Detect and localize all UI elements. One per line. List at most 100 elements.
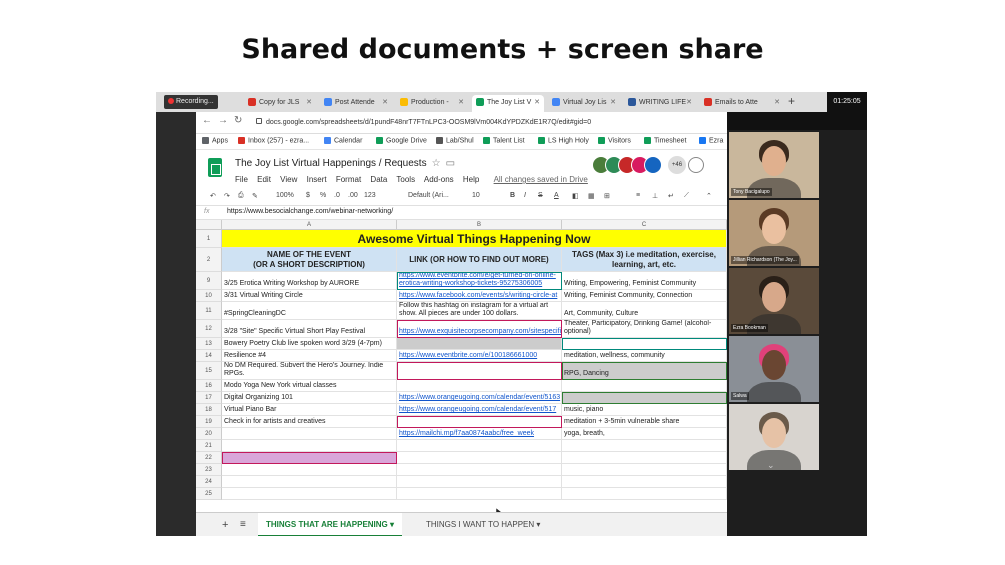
cell-tags[interactable] [562,338,727,350]
cell-link[interactable] [397,476,562,488]
back-icon[interactable]: ← [202,115,212,126]
row-number[interactable]: 19 [196,416,222,428]
cell-event-name[interactable]: Resilience #4 [222,350,397,362]
zoom-select[interactable]: 100% [276,192,294,199]
bookmark-ls-high-holy[interactable]: LS High Holy [538,137,589,144]
menu-tools[interactable]: Tools [396,175,415,184]
cell-link[interactable]: https://www.orangeugoing.com/calendar/ev… [397,404,562,416]
row-number[interactable]: 17 [196,392,222,404]
sheet-tab[interactable]: THINGS I WANT TO HAPPEN ▾ [426,513,540,536]
url-field[interactable]: docs.google.com/spreadsheets/d/1pundF48n… [256,116,716,130]
sheet-tab-active[interactable]: THINGS THAT ARE HAPPENING ▾ [258,513,403,536]
column-header-b[interactable]: B [397,220,562,230]
cell-link[interactable]: https://www.eventbrite.com/e/get-turned-… [397,272,562,290]
row-number[interactable]: 11 [196,302,222,320]
font-size-select[interactable]: 10 [472,192,480,199]
cell-link[interactable]: https://www.exquisitecorpsecompany.com/s… [397,320,562,338]
header-cell-link[interactable]: LINK (OR HOW TO FIND OUT MORE) [397,248,562,272]
text-color-button[interactable]: A [554,192,559,199]
bookmark-ezra[interactable]: Ezra [699,137,723,144]
column-header-a[interactable]: A [222,220,397,230]
cell-link[interactable]: https://www.eventbrite.com/e/10018666100… [397,350,562,362]
cell-event-name[interactable]: Modo Yoga New York virtual classes [222,380,397,392]
avatar[interactable] [644,156,662,174]
row-number[interactable]: 23 [196,464,222,476]
cell-event-name[interactable]: 3/28 "Site" Specific Virtual Short Play … [222,320,397,338]
cell-tags[interactable] [562,488,727,500]
close-icon[interactable]: ✕ [686,98,692,106]
cell-event-name[interactable]: Bowery Poetry Club live spoken word 3/29… [222,338,397,350]
cell-tags[interactable] [562,392,727,404]
row-number[interactable]: 1 [196,230,222,248]
row-number[interactable]: 10 [196,290,222,302]
row-number[interactable]: 25 [196,488,222,500]
cell-tags[interactable] [562,452,727,464]
cell-event-name[interactable] [222,476,397,488]
participant-video-tile[interactable]: Tony Bacigalupo [729,132,819,198]
chevron-up-icon[interactable]: ⌃ [706,192,712,200]
menu-insert[interactable]: Insert [307,175,327,184]
banner-cell[interactable]: Awesome Virtual Things Happening Now [222,230,727,248]
browser-tab[interactable]: Copy for JLS ✕ [244,95,316,112]
number-format-select[interactable]: 123 [364,192,376,199]
cell-tags[interactable] [562,464,727,476]
header-cell-tags[interactable]: TAGS (Max 3) i.e meditation, exercise, l… [562,248,727,272]
cell-tags[interactable]: yoga, breath, [562,428,727,440]
cell-link[interactable] [397,452,562,464]
row-number[interactable]: 21 [196,440,222,452]
cell-tags[interactable]: meditation + 3-5min vulnerable share [562,416,727,428]
close-icon[interactable]: ✕ [458,98,464,106]
currency-format-button[interactable]: $ [306,192,310,199]
cell-link[interactable]: https://www.facebook.com/events/s/writin… [397,290,562,302]
cell-event-name[interactable]: Virtual Piano Bar [222,404,397,416]
cell-tags[interactable]: Art, Community, Culture [562,302,727,320]
menu-help[interactable]: Help [463,175,479,184]
chevron-down-icon[interactable]: ⌄ [767,460,775,471]
document-title[interactable]: The Joy List Virtual Happenings / Reques… [235,158,455,169]
decrease-decimal-button[interactable]: .0 [334,192,340,199]
close-icon[interactable]: ✕ [774,98,780,106]
cell-tags[interactable] [562,440,727,452]
menu-addons[interactable]: Add-ons [424,175,454,184]
browser-tab-active[interactable]: The Joy List V ✕ [472,95,544,112]
comment-history-icon[interactable] [688,157,704,173]
cell-link[interactable] [397,362,562,380]
select-all-corner[interactable] [196,220,222,230]
cell-link[interactable] [397,488,562,500]
participant-video-tile[interactable]: Jillian Richardson (The Joy... [729,200,819,266]
add-sheet-icon[interactable]: + [222,513,228,536]
bookmark-inbox[interactable]: Inbox (257) - ezra... [238,137,309,144]
row-number[interactable]: 2 [196,248,222,272]
menu-view[interactable]: View [280,175,297,184]
font-select[interactable]: Default (Ari... [408,192,449,199]
bookmark-timesheet[interactable]: Timesheet [644,137,686,144]
menu-file[interactable]: File [235,175,248,184]
row-number[interactable]: 18 [196,404,222,416]
cell-tags[interactable]: Writing, Empowering, Feminist Community [562,272,727,290]
menu-data[interactable]: Data [370,175,387,184]
redo-icon[interactable]: ↷ [224,192,230,200]
bookmark-apps[interactable]: Apps [202,137,228,144]
close-icon[interactable]: ✕ [306,98,312,106]
valign-icon[interactable]: ⊥ [652,192,658,200]
browser-tab[interactable]: Emails to Atte ✕ [700,95,784,112]
new-tab-icon[interactable]: + [788,94,795,108]
browser-tab[interactable]: Production - ✕ [396,95,468,112]
cell-event-name[interactable]: 3/31 Virtual Writing Circle [222,290,397,302]
wrap-icon[interactable]: ↵ [668,192,674,200]
cell-event-name[interactable] [222,452,397,464]
cell-tags[interactable]: RPG, Dancing [562,362,727,380]
bold-button[interactable]: B [510,192,515,199]
row-number[interactable]: 15 [196,362,222,380]
cell-link[interactable] [397,338,562,350]
menu-format[interactable]: Format [336,175,361,184]
cell-event-name[interactable]: Check in for artists and creatives [222,416,397,428]
recording-indicator[interactable]: Recording... [164,95,218,109]
cell-tags[interactable]: Theater, Participatory, Drinking Game! (… [562,320,727,338]
merge-cells-icon[interactable]: ⊞ [604,192,610,200]
cell-link[interactable] [397,464,562,476]
increase-decimal-button[interactable]: .00 [348,192,358,199]
close-icon[interactable]: ✕ [382,98,388,106]
row-number[interactable]: 9 [196,272,222,290]
cell-event-name[interactable]: #SpringCleaningDC [222,302,397,320]
